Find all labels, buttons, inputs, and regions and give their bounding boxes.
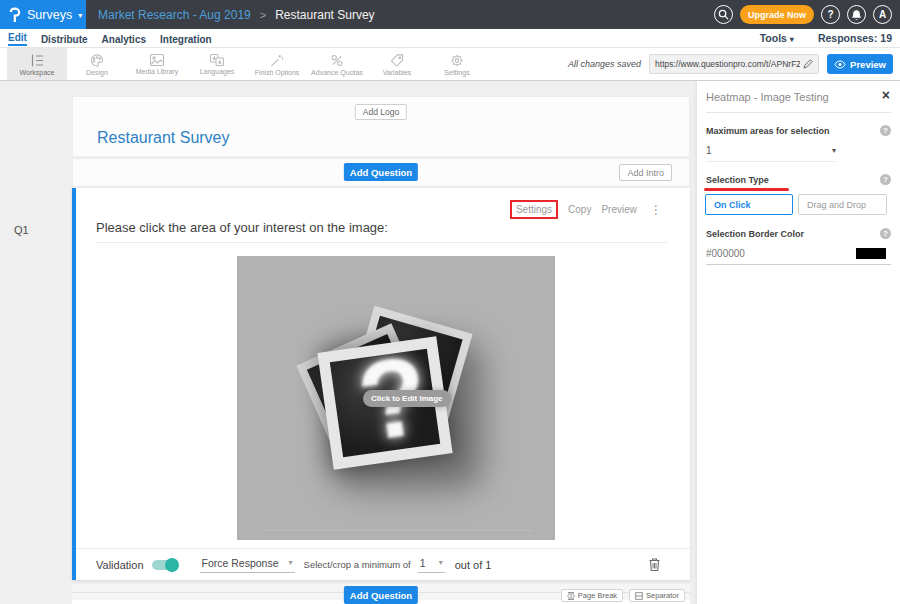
question-settings-button[interactable]: Settings: [510, 200, 558, 219]
trash-icon: [649, 558, 660, 571]
min-select-label: Select/crop a minimum of: [304, 559, 411, 570]
breadcrumb-separator: >: [260, 9, 266, 21]
chevron-down-icon: ▾: [832, 146, 836, 155]
save-status: All changes saved: [568, 59, 641, 69]
help-icon[interactable]: ?: [880, 125, 891, 136]
questionpro-logo-icon: [9, 7, 21, 23]
tab-integration[interactable]: Integration: [160, 32, 212, 45]
toolbar-media-library[interactable]: Media Library: [127, 48, 187, 80]
image-divider: [263, 530, 532, 531]
help-button[interactable]: ?: [821, 5, 840, 24]
tab-distribute[interactable]: Distribute: [41, 32, 88, 45]
question-settings-panel: Heatmap - Image Testing × Maximum areas …: [697, 81, 900, 604]
survey-header-card: Add Logo Restaurant Survey: [72, 96, 690, 157]
edit-image-button[interactable]: Click to Edit Image: [363, 390, 451, 407]
toolbar-design[interactable]: Design: [67, 48, 127, 80]
page-break-button[interactable]: Page Break: [561, 589, 623, 602]
out-of-label: out of 1: [455, 559, 492, 571]
question-copy-button[interactable]: Copy: [568, 204, 591, 215]
validation-label: Validation: [96, 559, 144, 571]
question-number: Q1: [14, 224, 29, 236]
add-logo-button[interactable]: Add Logo: [355, 104, 407, 120]
question-text[interactable]: Please click the area of your interest o…: [96, 220, 667, 243]
product-label: Surveys: [27, 8, 72, 22]
min-value-select[interactable]: 1▾: [418, 557, 445, 573]
chevron-down-icon: ▾: [790, 35, 794, 44]
avatar[interactable]: A: [873, 5, 892, 24]
question-preview-button[interactable]: Preview: [601, 204, 637, 215]
page-break-icon: [567, 592, 575, 600]
palette-icon: [89, 53, 105, 68]
tag-icon: [389, 53, 405, 68]
selection-type-label: Selection Type: [706, 175, 769, 185]
help-icon[interactable]: ?: [880, 174, 891, 185]
wand-icon: [269, 53, 285, 68]
surveys-menu[interactable]: Surveys ▾: [0, 0, 86, 29]
nav-tabs-row: Edit Distribute Analytics Integration To…: [0, 29, 900, 48]
toolbar-settings[interactable]: Settings: [427, 48, 487, 80]
survey-editor-canvas: Q1 Add Logo Restaurant Survey Add Questi…: [0, 81, 697, 604]
image-icon: [149, 53, 165, 67]
workspace-icon: [29, 53, 46, 68]
search-icon: [718, 9, 729, 20]
survey-title[interactable]: Restaurant Survey: [97, 129, 230, 147]
max-areas-label: Maximum areas for selection: [706, 126, 830, 136]
delete-question-button[interactable]: [649, 558, 660, 571]
add-intro-button[interactable]: Add Intro: [619, 164, 672, 181]
color-input-underline: [706, 264, 891, 265]
breadcrumb-folder[interactable]: Market Research - Aug 2019: [98, 8, 251, 22]
search-button[interactable]: [714, 5, 733, 24]
chevron-down-icon: ▾: [289, 558, 293, 567]
add-question-button-bottom[interactable]: Add Question: [344, 586, 418, 604]
tools-menu[interactable]: Tools ▾: [760, 32, 794, 44]
toolbar-workspace[interactable]: Workspace: [7, 48, 67, 80]
force-response-select[interactable]: Force Response▾: [200, 557, 295, 573]
add-question-row: Add Question Add Intro: [72, 158, 690, 187]
help-icon[interactable]: ?: [880, 228, 891, 239]
toolbar-advance-quotas[interactable]: Advance Quotas: [307, 48, 367, 80]
top-bar: Surveys ▾ Market Research - Aug 2019 > R…: [0, 0, 900, 29]
toolbar-languages[interactable]: Languages: [187, 48, 247, 80]
more-options-icon[interactable]: ⋮: [650, 203, 662, 217]
border-color-label: Selection Border Color: [706, 229, 804, 239]
pencil-icon[interactable]: [803, 59, 813, 69]
tab-analytics[interactable]: Analytics: [102, 32, 146, 45]
panel-title: Heatmap - Image Testing: [706, 91, 829, 103]
on-click-option[interactable]: On Click: [705, 194, 793, 215]
percent-icon: [329, 53, 345, 68]
breadcrumb-survey-name: Restaurant Survey: [275, 8, 374, 22]
close-icon[interactable]: ×: [882, 87, 890, 103]
heatmap-image-placeholder[interactable]: ? Click to Edit Image: [237, 256, 555, 540]
eye-icon: [834, 60, 846, 69]
separator-button[interactable]: Separator: [629, 589, 685, 602]
validation-toggle[interactable]: [152, 560, 178, 570]
toolbar-finish-options[interactable]: Finish Options: [247, 48, 307, 80]
gear-icon: [449, 53, 465, 68]
add-question-button-top[interactable]: Add Question: [344, 163, 418, 181]
survey-url-field[interactable]: https://www.questionpro.com/t/APNrFZ: [649, 54, 819, 74]
responses-count[interactable]: Responses: 19: [818, 32, 892, 44]
drag-and-drop-option[interactable]: Drag and Drop: [798, 194, 887, 215]
translate-icon: [209, 53, 225, 67]
bell-icon: [851, 9, 862, 21]
notifications-button[interactable]: [847, 5, 866, 24]
chevron-down-icon: ▾: [78, 11, 82, 20]
toolbar-variables[interactable]: Variables: [367, 48, 427, 80]
border-color-value[interactable]: #000000: [706, 248, 745, 259]
toolbar: Workspace Design Media Library Languages…: [0, 48, 900, 81]
chevron-down-icon: ▾: [439, 558, 443, 567]
max-areas-select[interactable]: 1▾: [706, 145, 836, 162]
validation-row: Validation Force Response▾ Select/crop a…: [76, 548, 690, 580]
color-swatch[interactable]: [856, 248, 886, 259]
tab-edit[interactable]: Edit: [8, 30, 27, 46]
panel-divider: [706, 112, 891, 113]
preview-button[interactable]: Preview: [827, 54, 893, 74]
annotation-underline: [704, 188, 789, 191]
separator-icon: [635, 592, 643, 600]
survey-url[interactable]: https://www.questionpro.com/t/APNrFZ: [655, 59, 800, 69]
upgrade-button[interactable]: Upgrade Now: [740, 5, 814, 24]
question-block: Settings Copy Preview ⋮ Please click the…: [72, 188, 690, 580]
